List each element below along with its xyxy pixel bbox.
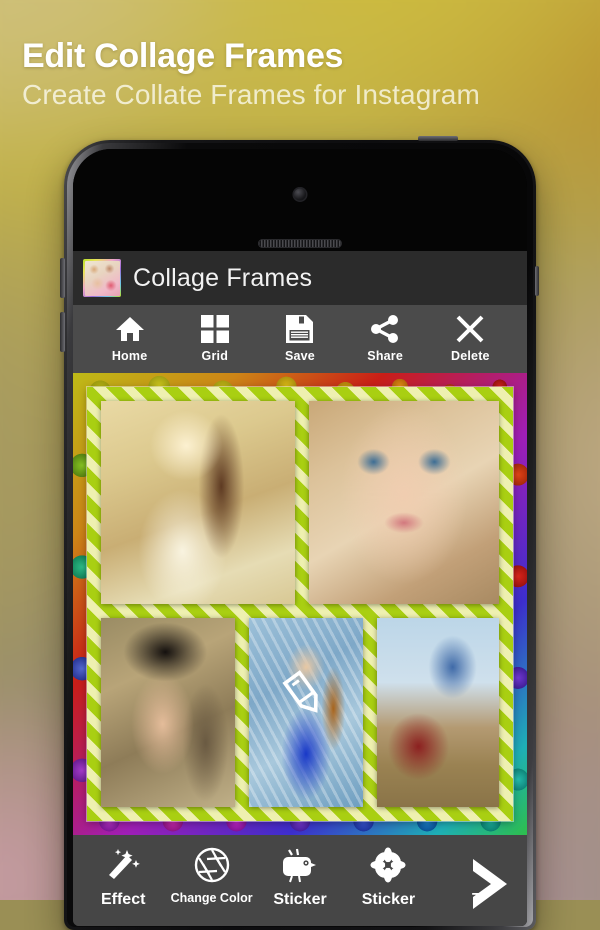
collage-photo-slot[interactable] xyxy=(101,401,295,604)
flower-sticker-icon xyxy=(370,845,406,885)
toolbar-label: Delete xyxy=(450,349,490,363)
app-screen: Collage Frames Home Grid Save Share Dele… xyxy=(73,251,527,926)
bird-sticker-icon xyxy=(281,845,319,885)
bottom-button-sticker-bird[interactable]: Sticker xyxy=(256,845,344,909)
toolbar-label: Grid xyxy=(201,349,229,363)
toolbar-button-delete[interactable]: Delete xyxy=(433,313,507,363)
magic-wand-icon xyxy=(105,845,141,885)
bottom-label: Sticker xyxy=(273,891,327,908)
app-title: Collage Frames xyxy=(133,263,313,292)
bottom-button-effect[interactable]: Effect xyxy=(79,845,167,909)
bottom-label: Change Color xyxy=(170,891,253,905)
next-button[interactable] xyxy=(463,855,513,918)
bottom-toolbar: Effect Change Color Sticker Sticker xyxy=(73,835,527,926)
collage-photo-slot[interactable] xyxy=(376,618,499,807)
phone-screen: Collage Frames Home Grid Save Share Dele… xyxy=(73,149,527,926)
promo-title: Edit Collage Frames xyxy=(22,37,344,75)
app-bar: Collage Frames xyxy=(73,251,527,305)
power-button[interactable] xyxy=(535,266,539,296)
volume-up-button[interactable] xyxy=(60,258,65,298)
aperture-icon xyxy=(194,845,230,885)
promo-header: Edit Collage Frames Create Collate Frame… xyxy=(22,38,480,111)
bottom-button-sticker-flower[interactable]: Sticker xyxy=(344,845,432,909)
collage-photo-slot[interactable] xyxy=(249,618,363,807)
bottom-label: Effect xyxy=(100,891,146,908)
close-x-icon xyxy=(456,313,484,345)
volume-down-button[interactable] xyxy=(60,312,65,352)
toolbar-label: Home xyxy=(111,349,148,363)
grid-icon xyxy=(200,313,229,345)
home-icon xyxy=(115,313,145,345)
toolbar-button-grid[interactable]: Grid xyxy=(178,313,252,363)
toolbar-button-home[interactable]: Home xyxy=(93,313,167,363)
floppy-disk-icon xyxy=(286,313,314,345)
earpiece-speaker-icon xyxy=(258,239,342,248)
phone-mockup: Collage Frames Home Grid Save Share Dele… xyxy=(60,136,539,930)
collage-canvas[interactable] xyxy=(73,373,527,835)
phone-top-bezel xyxy=(73,149,527,251)
collage-photo-slot[interactable] xyxy=(101,618,236,807)
toolbar-label: Save xyxy=(284,349,315,363)
toolbar-button-share[interactable]: Share xyxy=(348,313,422,363)
bottom-label: Sticker xyxy=(361,891,416,908)
collage-row-bottom xyxy=(101,618,499,807)
promo-subtitle: Create Collate Frames for Instagram xyxy=(22,78,480,110)
front-camera-icon xyxy=(292,187,308,202)
toolbar-button-save[interactable]: Save xyxy=(263,313,337,363)
top-toolbar: Home Grid Save Share Delete xyxy=(73,305,527,373)
collage-photo-slot[interactable] xyxy=(308,401,499,604)
app-thumbnail-icon xyxy=(83,259,121,297)
collage-frame xyxy=(87,387,513,821)
collage-row-top xyxy=(101,401,499,604)
toolbar-label: Share xyxy=(367,349,404,363)
bottom-button-change-color[interactable]: Change Color xyxy=(167,845,255,905)
chevron-right-icon xyxy=(473,859,507,909)
pencil-edit-icon[interactable] xyxy=(279,668,333,727)
share-nodes-icon xyxy=(371,313,399,345)
top-button[interactable] xyxy=(418,136,458,141)
